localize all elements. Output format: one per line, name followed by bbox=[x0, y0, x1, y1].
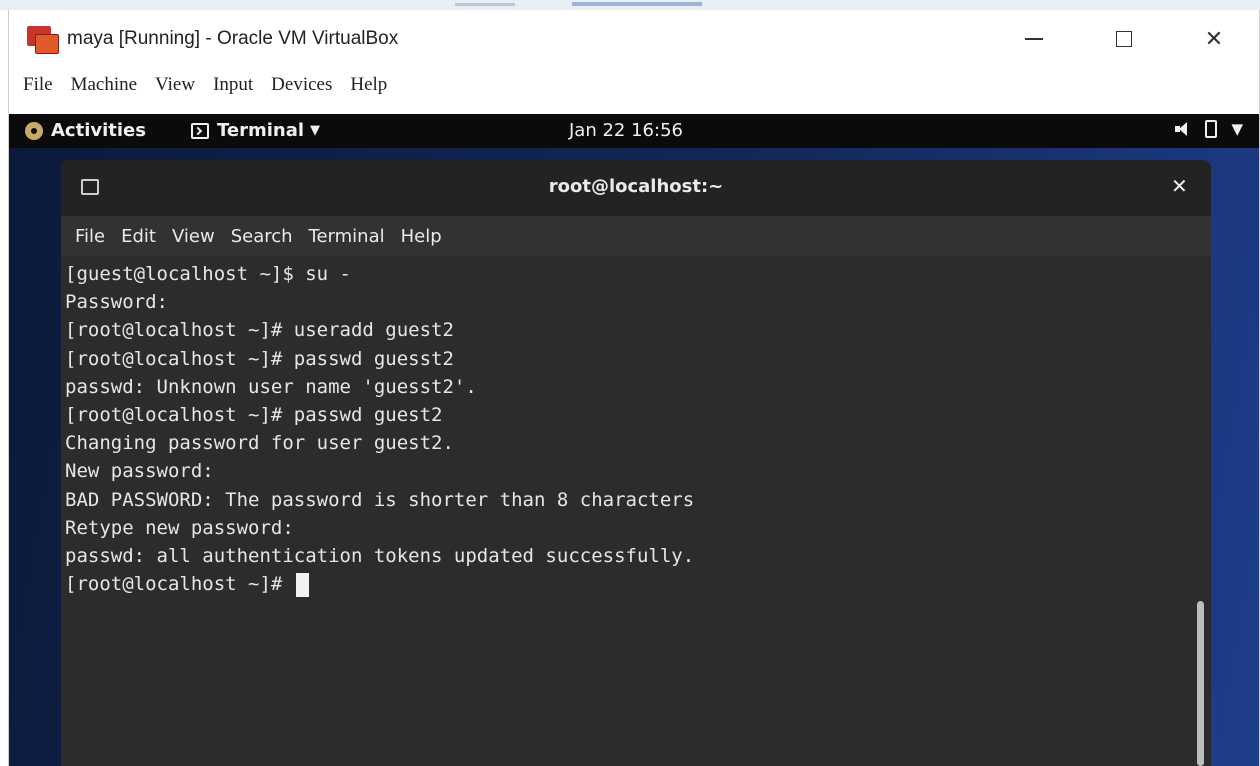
window-title: maya [Running] - Oracle VM VirtualBox bbox=[67, 28, 399, 49]
window-titlebar[interactable]: maya [Running] - Oracle VM VirtualBox ✕ bbox=[9, 10, 1259, 68]
terminal-menu-file[interactable]: File bbox=[75, 226, 105, 247]
text-cursor bbox=[295, 572, 309, 597]
terminal-menu-help[interactable]: Help bbox=[401, 226, 442, 247]
minimize-button[interactable] bbox=[1004, 10, 1064, 68]
menu-input[interactable]: Input bbox=[213, 74, 253, 96]
virtualbox-menubar: File Machine View Input Devices Help bbox=[9, 68, 1259, 102]
terminal-icon bbox=[191, 122, 209, 139]
chevron-down-icon: ▼ bbox=[1231, 120, 1243, 138]
terminal-scrollbar[interactable] bbox=[1193, 256, 1209, 766]
terminal-line: Password: bbox=[65, 291, 168, 314]
close-button[interactable]: ✕ bbox=[1184, 10, 1244, 68]
terminal-output[interactable]: [guest@localhost ~]$ su - Password: [roo… bbox=[61, 256, 1191, 766]
terminal-line: [root@localhost ~]# passwd guest2 bbox=[65, 403, 443, 426]
activities-label: Activities bbox=[51, 120, 146, 141]
maximize-button[interactable] bbox=[1094, 10, 1154, 68]
terminal-menu-edit[interactable]: Edit bbox=[121, 226, 156, 247]
terminal-menu-terminal[interactable]: Terminal bbox=[309, 226, 385, 247]
close-icon: ✕ bbox=[1204, 26, 1224, 51]
terminal-line: Retype new password: bbox=[65, 516, 294, 539]
host-taskbar-fragment bbox=[572, 2, 702, 6]
menu-view[interactable]: View bbox=[155, 74, 195, 96]
virtualbox-window: maya [Running] - Oracle VM VirtualBox ✕ … bbox=[8, 10, 1260, 766]
app-menu-button[interactable]: Terminal ▼ bbox=[191, 120, 320, 141]
terminal-line: passwd: all authentication tokens update… bbox=[65, 544, 695, 567]
chevron-down-icon: ▼ bbox=[310, 123, 321, 138]
terminal-line: [guest@localhost ~]$ su - bbox=[65, 263, 351, 285]
terminal-line: [root@localhost ~]# useradd guest2 bbox=[65, 319, 454, 342]
gnome-top-bar: Activities Terminal ▼ Jan 22 16:56 ▼ bbox=[9, 114, 1259, 148]
menu-machine[interactable]: Machine bbox=[71, 74, 137, 96]
volume-icon bbox=[1175, 122, 1191, 136]
terminal-line: BAD PASSWORD: The password is shorter th… bbox=[65, 488, 695, 511]
host-taskbar-fragment bbox=[455, 3, 515, 6]
clock[interactable]: Jan 22 16:56 bbox=[569, 120, 683, 141]
gnome-activities-icon bbox=[25, 121, 43, 140]
terminal-menubar: File Edit View Search Terminal Help bbox=[61, 216, 1211, 256]
virtualbox-icon bbox=[27, 26, 59, 54]
activities-button[interactable]: Activities bbox=[25, 120, 146, 141]
terminal-line: [root@localhost ~]# passwd guesst2 bbox=[65, 347, 454, 370]
terminal-line: New password: bbox=[65, 460, 214, 483]
terminal-menu-view[interactable]: View bbox=[172, 226, 215, 247]
terminal-prompt: [root@localhost ~]# bbox=[65, 573, 294, 596]
system-status-menu[interactable]: ▼ bbox=[1175, 120, 1243, 138]
app-menu-label: Terminal bbox=[217, 120, 305, 141]
minimize-icon bbox=[1025, 38, 1043, 40]
terminal-title: root@localhost:~ bbox=[548, 176, 724, 197]
terminal-header[interactable]: root@localhost:~ ✕ bbox=[61, 160, 1211, 216]
host-desktop-strip bbox=[0, 0, 1260, 10]
battery-icon bbox=[1205, 120, 1218, 138]
terminal-line: passwd: Unknown user name 'guesst2'. bbox=[65, 375, 477, 398]
maximize-icon bbox=[1116, 31, 1132, 47]
terminal-prompt-line: [root@localhost ~]# bbox=[65, 570, 1191, 598]
terminal-menu-search[interactable]: Search bbox=[231, 226, 293, 247]
terminal-close-button[interactable]: ✕ bbox=[1171, 174, 1188, 198]
guest-screen[interactable]: Activities Terminal ▼ Jan 22 16:56 ▼ roo… bbox=[9, 114, 1259, 766]
terminal-window: root@localhost:~ ✕ File Edit View Search… bbox=[61, 160, 1211, 766]
scrollbar-thumb[interactable] bbox=[1197, 601, 1204, 766]
menu-help[interactable]: Help bbox=[350, 74, 387, 96]
menu-devices[interactable]: Devices bbox=[271, 74, 332, 96]
menu-file[interactable]: File bbox=[23, 74, 53, 96]
terminal-line: Changing password for user guest2. bbox=[65, 432, 454, 455]
